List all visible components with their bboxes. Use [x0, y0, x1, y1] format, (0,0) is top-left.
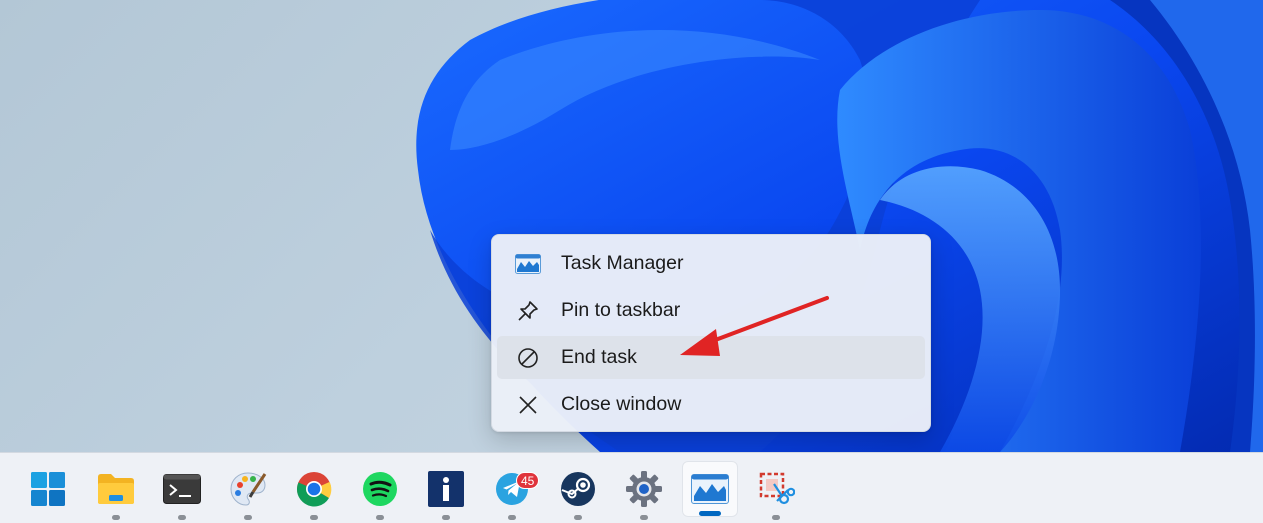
gear-icon — [626, 471, 662, 507]
terminal-icon — [163, 474, 201, 504]
running-indicator — [244, 515, 252, 520]
windows-start-icon — [31, 472, 65, 506]
menu-item-label: Pin to taskbar — [561, 299, 681, 321]
taskbar-settings[interactable] — [616, 461, 672, 520]
task-manager-icon — [691, 474, 729, 504]
running-indicator — [640, 515, 648, 520]
taskbar-file-explorer[interactable] — [88, 461, 144, 520]
chrome-icon — [296, 472, 332, 507]
paint-palette-icon — [230, 472, 267, 506]
running-indicator — [508, 515, 516, 520]
taskbar-telegram[interactable]: 45 — [484, 461, 540, 520]
end-task-icon — [513, 345, 543, 371]
menu-item-label: Task Manager — [561, 252, 684, 274]
notification-badge: 45 — [516, 472, 540, 489]
active-indicator — [699, 511, 721, 516]
running-indicator — [574, 515, 582, 520]
menu-item-pin-to-taskbar[interactable]: Pin to taskbar — [497, 289, 925, 332]
taskbar-snipping-tool[interactable] — [748, 461, 804, 520]
task-manager-icon — [513, 251, 543, 277]
menu-item-label: Close window — [561, 393, 682, 415]
pin-icon — [513, 298, 543, 324]
menu-item-end-task[interactable]: End task — [497, 336, 925, 379]
menu-item-task-manager[interactable]: Task Manager — [497, 242, 925, 285]
taskbar: 45 — [0, 452, 1263, 523]
running-indicator — [772, 515, 780, 520]
snipping-tool-icon — [759, 472, 795, 505]
taskbar-steam[interactable] — [550, 461, 606, 520]
taskbar-spotify[interactable] — [352, 461, 408, 520]
taskbar-paint[interactable] — [220, 461, 276, 520]
context-menu: Task Manager Pin to taskbar End task Clo… — [491, 234, 931, 432]
close-icon — [513, 392, 543, 418]
menu-item-close-window[interactable]: Close window — [497, 383, 925, 426]
info-icon — [428, 471, 464, 507]
spotify-icon — [363, 472, 397, 506]
running-indicator — [442, 515, 450, 520]
taskbar-start-button[interactable] — [20, 461, 76, 517]
running-indicator — [310, 515, 318, 520]
running-indicator — [376, 515, 384, 520]
taskbar-info-app[interactable] — [418, 461, 474, 520]
taskbar-terminal[interactable] — [154, 461, 210, 520]
folder-icon — [98, 474, 134, 504]
taskbar-chrome[interactable] — [286, 461, 342, 520]
running-indicator — [112, 515, 120, 520]
running-indicator — [178, 515, 186, 520]
steam-icon — [561, 472, 595, 506]
taskbar-task-manager[interactable] — [682, 461, 738, 517]
menu-item-label: End task — [561, 346, 637, 368]
